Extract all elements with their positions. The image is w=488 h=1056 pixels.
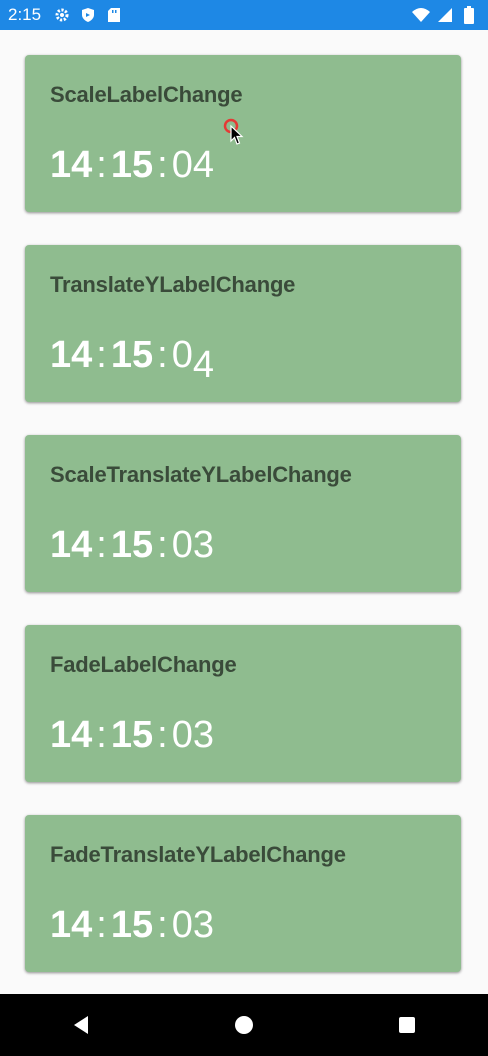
clock-hours: 14 [50,904,93,946]
seconds-ones-digit: 3 [192,524,214,566]
card-list: ScaleLabelChange 14 : 15 : 04 TranslateY… [0,30,488,994]
clock-separator: : [96,144,107,186]
back-icon[interactable] [61,1005,101,1045]
card-translate-y-label-change: TranslateYLabelChange 14 : 15 : 04 [25,245,461,402]
clock-seconds: 03 [172,523,214,567]
card-title: FadeTranslateYLabelChange [50,842,346,867]
clock-minutes: 15 [110,904,154,946]
mouse-cursor-icon [222,117,246,147]
clock: 14 : 15 : 04 [50,143,214,187]
card-fade-label-change: FadeLabelChange 14 : 15 : 03 [25,625,461,782]
seconds-tens-digit: 0 [171,334,193,376]
status-time: 2:15 [8,5,42,24]
clock-seconds: 04 [172,143,214,187]
clock-seconds: 04 [171,333,214,386]
status-left-icons [53,6,123,24]
clock-minutes: 15 [110,714,154,756]
clock-separator: : [157,524,168,566]
clock-separator: : [157,144,168,186]
clock-separator: : [157,904,168,946]
clock-seconds: 03 [172,903,214,947]
clock-separator: : [157,334,168,376]
sd-card-icon [105,6,123,24]
clock: 14 : 15 : 03 [50,523,214,567]
status-bar: 2:15 [0,0,488,30]
clock-minutes: 15 [110,144,154,186]
seconds-tens-digit: 0 [171,714,193,756]
seconds-ones-digit: 3 [192,904,214,946]
card-title: FadeLabelChange [50,652,237,677]
card-title: ScaleTranslateYLabelChange [50,462,352,487]
clock-hours: 14 [50,524,93,566]
card-scale-translate-y-label-change: ScaleTranslateYLabelChange 14 : 15 : 03 [25,435,461,592]
clock: 14 : 15 : 03 [50,903,214,947]
navigation-bar [0,994,488,1056]
clock: 14 : 15 : 03 [50,713,214,757]
clock-separator: : [157,714,168,756]
seconds-ones-digit: 4 [192,144,214,186]
seconds-ones-digit: 3 [192,714,214,756]
card-title: ScaleLabelChange [50,82,243,107]
seconds-tens-digit: 0 [171,524,193,566]
clock-minutes: 15 [110,524,154,566]
clock-minutes: 15 [110,334,154,376]
clock: 14 : 15 : 04 [50,333,214,386]
clock-separator: : [96,714,107,756]
battery-icon [460,6,478,24]
clock-hours: 14 [50,714,93,756]
clock-separator: : [96,524,107,566]
clock-separator: : [96,904,107,946]
seconds-ones-digit: 4 [192,344,214,386]
clock-separator: : [96,334,107,376]
shield-icon [79,6,97,24]
clock-hours: 14 [50,334,93,376]
seconds-tens-digit: 0 [171,904,193,946]
gear-icon [53,6,71,24]
clock-seconds: 03 [172,713,214,757]
seconds-tens-digit: 0 [171,144,193,186]
clock-hours: 14 [50,144,93,186]
status-right-icons [412,6,478,24]
wifi-icon [412,6,430,24]
recents-icon[interactable] [387,1005,427,1045]
card-fade-translate-y-label-change: FadeTranslateYLabelChange 14 : 15 : 03 [25,815,461,972]
signal-icon [436,6,454,24]
card-title: TranslateYLabelChange [50,272,296,297]
home-icon[interactable] [224,1005,264,1045]
